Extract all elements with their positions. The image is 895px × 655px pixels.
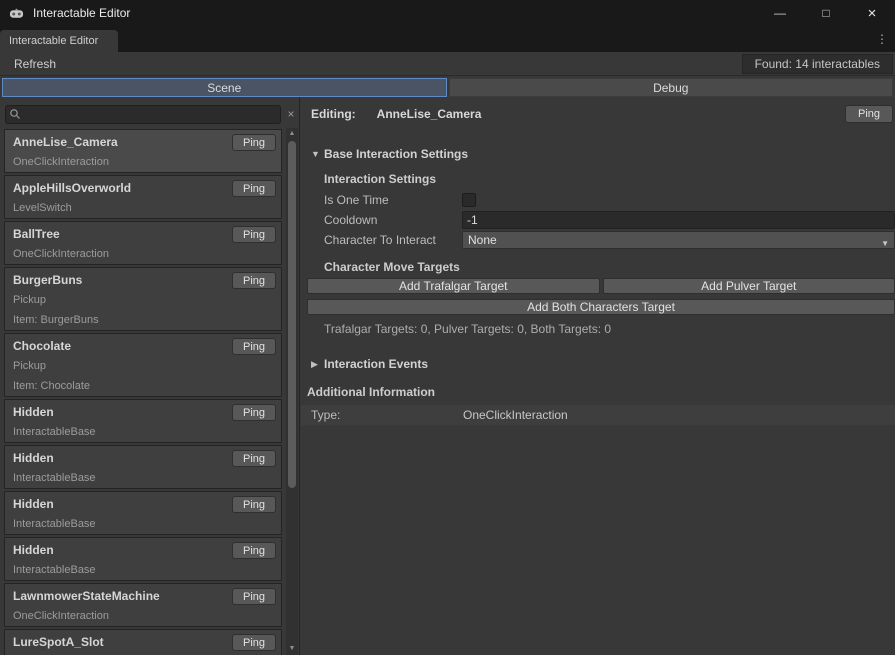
ping-button[interactable]: Ping <box>232 226 276 243</box>
list-item[interactable]: Ping Hidden InteractableBase <box>4 537 282 581</box>
list-item[interactable]: Ping BallTree OneClickInteraction <box>4 221 282 265</box>
view-tabs: Scene Debug <box>0 78 895 97</box>
character-to-interact-label: Character To Interact <box>324 233 462 247</box>
ping-button[interactable]: Ping <box>232 496 276 513</box>
inspector-ping-button[interactable]: Ping <box>845 105 893 123</box>
foldout-open-icon: ▼ <box>311 149 324 159</box>
app-icon <box>9 6 24 21</box>
is-one-time-row: Is One Time <box>324 190 895 210</box>
item-subtitle: Item: BurgerBuns <box>13 313 273 327</box>
list-scrollbar[interactable]: ▲ ▼ <box>286 128 298 655</box>
toolbar: Refresh Found: 14 interactables <box>0 52 895 76</box>
interaction-settings-section: Interaction Settings Is One Time Cooldow… <box>324 170 895 338</box>
cooldown-label: Cooldown <box>324 213 462 227</box>
list-item[interactable]: Ping LureSpotA_Slot OneClickInteraction <box>4 629 282 655</box>
scrollbar-thumb[interactable] <box>288 141 296 488</box>
item-subtitle: LevelSwitch <box>13 201 273 215</box>
interaction-events-foldout[interactable]: ▶ Interaction Events <box>311 356 895 372</box>
refresh-button[interactable]: Refresh <box>6 54 64 73</box>
inspector-panel: Editing: AnneLise_Camera Ping ▼ Base Int… <box>301 97 895 655</box>
editing-row: Editing: AnneLise_Camera Ping <box>307 104 895 124</box>
ping-button[interactable]: Ping <box>232 180 276 197</box>
ping-button[interactable]: Ping <box>232 134 276 151</box>
add-both-characters-target-button[interactable]: Add Both Characters Target <box>307 299 895 315</box>
tab-interactable-editor[interactable]: Interactable Editor <box>0 30 118 52</box>
item-subtitle: Pickup <box>13 293 273 307</box>
editor-tabbar: Interactable Editor ⋮ <box>0 26 895 52</box>
interactable-list: Ping AnneLise_Camera OneClickInteraction… <box>0 128 286 655</box>
targets-summary: Trafalgar Targets: 0, Pulver Targets: 0,… <box>324 322 895 338</box>
list-item[interactable]: Ping Hidden InteractableBase <box>4 445 282 489</box>
list-item[interactable]: Ping Chocolate PickupItem: Chocolate <box>4 333 282 397</box>
base-settings-foldout[interactable]: ▼ Base Interaction Settings <box>311 146 895 162</box>
menu-icon[interactable]: ⋮ <box>874 31 890 47</box>
character-to-interact-dropdown[interactable]: None ▼ <box>462 231 895 249</box>
item-subtitle: OneClickInteraction <box>13 155 273 169</box>
search-icon <box>9 108 21 120</box>
editing-label: Editing: <box>311 107 356 121</box>
maximize-icon[interactable]: □ <box>803 0 849 26</box>
add-trafalgar-target-button[interactable]: Add Trafalgar Target <box>307 278 600 294</box>
scrollbar-down-icon[interactable]: ▼ <box>286 643 298 654</box>
is-one-time-label: Is One Time <box>324 193 462 207</box>
item-subtitle: InteractableBase <box>13 471 273 485</box>
item-subtitle: InteractableBase <box>13 517 273 531</box>
ping-button[interactable]: Ping <box>232 542 276 559</box>
ping-button[interactable]: Ping <box>232 588 276 605</box>
move-targets-header: Character Move Targets <box>324 258 895 276</box>
chevron-down-icon: ▼ <box>881 236 889 252</box>
item-subtitle: Pickup <box>13 359 273 373</box>
foldout-label: Base Interaction Settings <box>324 147 468 161</box>
titlebar: Interactable Editor — □ × <box>0 0 895 26</box>
list-item[interactable]: Ping AnneLise_Camera OneClickInteraction <box>4 129 282 173</box>
dropdown-value: None <box>468 233 497 247</box>
editing-value: AnneLise_Camera <box>377 107 482 121</box>
window-controls: — □ × <box>757 0 895 26</box>
interactable-editor-window: Interactable Editor — □ × Interactable E… <box>0 0 895 655</box>
target-buttons-row: Add Trafalgar Target Add Pulver Target <box>307 278 895 294</box>
ping-button[interactable]: Ping <box>232 450 276 467</box>
additional-information-header: Additional Information <box>307 383 895 401</box>
tab-debug[interactable]: Debug <box>449 78 894 97</box>
foldout-label: Interaction Events <box>324 357 428 371</box>
tab-scene[interactable]: Scene <box>2 78 447 97</box>
list-item[interactable]: Ping BurgerBuns PickupItem: BurgerBuns <box>4 267 282 331</box>
scrollbar-up-icon[interactable]: ▲ <box>286 128 298 139</box>
type-label: Type: <box>311 408 463 422</box>
both-target-button-row: Add Both Characters Target <box>307 299 895 315</box>
ping-button[interactable]: Ping <box>232 338 276 355</box>
clear-search-icon[interactable]: × <box>284 105 298 124</box>
item-subtitle: OneClickInteraction <box>13 609 273 623</box>
search-input[interactable] <box>5 105 281 124</box>
search-row: × <box>0 97 299 127</box>
item-subtitle: InteractableBase <box>13 563 273 577</box>
ping-button[interactable]: Ping <box>232 272 276 289</box>
character-to-interact-row: Character To Interact None ▼ <box>324 230 895 250</box>
item-subtitle: InteractableBase <box>13 425 273 439</box>
type-row: Type: OneClickInteraction <box>301 405 895 425</box>
list-item[interactable]: Ping LawnmowerStateMachine OneClickInter… <box>4 583 282 627</box>
is-one-time-checkbox[interactable] <box>462 193 476 207</box>
foldout-closed-icon: ▶ <box>311 359 324 370</box>
type-value: OneClickInteraction <box>463 408 568 422</box>
list-item[interactable]: Ping Hidden InteractableBase <box>4 399 282 443</box>
ping-button[interactable]: Ping <box>232 404 276 421</box>
list-item[interactable]: Ping Hidden InteractableBase <box>4 491 282 535</box>
ping-button[interactable]: Ping <box>232 634 276 651</box>
cooldown-row: Cooldown <box>324 210 895 230</box>
found-count-label: Found: 14 interactables <box>742 54 893 74</box>
scene-list-panel: × Ping AnneLise_Camera OneClickInteracti… <box>0 97 300 655</box>
minimize-icon[interactable]: — <box>757 0 803 26</box>
add-pulver-target-button[interactable]: Add Pulver Target <box>603 278 895 294</box>
list-item[interactable]: Ping AppleHillsOverworld LevelSwitch <box>4 175 282 219</box>
item-subtitle: OneClickInteraction <box>13 247 273 261</box>
window-title: Interactable Editor <box>33 6 130 20</box>
interaction-settings-header: Interaction Settings <box>324 170 895 188</box>
close-icon[interactable]: × <box>849 0 895 26</box>
cooldown-field[interactable] <box>462 211 895 229</box>
item-subtitle: Item: Chocolate <box>13 379 273 393</box>
